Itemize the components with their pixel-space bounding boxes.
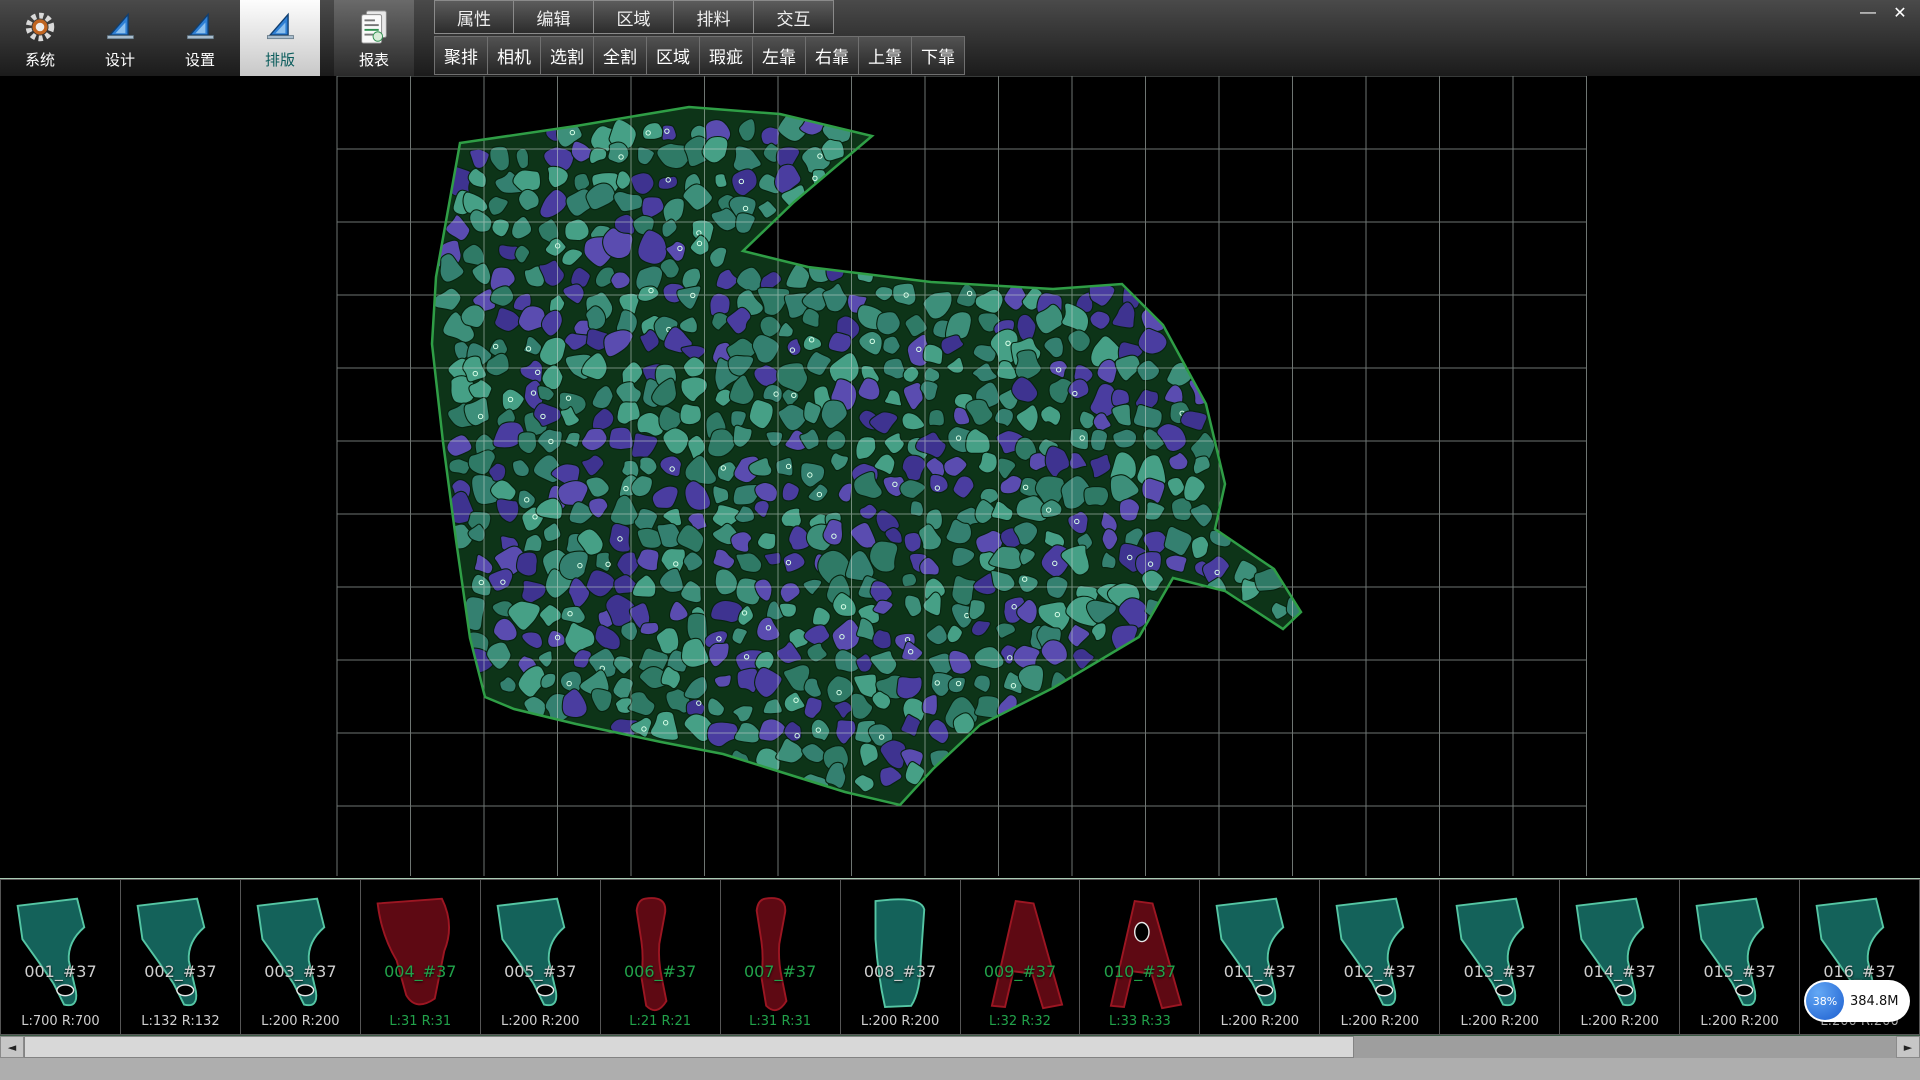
part-thumbnail[interactable]: 012_#37L:200 R:200 <box>1320 879 1440 1035</box>
part-shape <box>1200 880 1319 1034</box>
part-thumbnail[interactable]: 004_#37L:31 R:31 <box>361 879 481 1035</box>
tool-button-5[interactable]: 区域 <box>647 36 700 75</box>
minimize-button[interactable]: — <box>1852 0 1884 26</box>
set-square-icon <box>179 7 221 47</box>
scroll-right-arrow[interactable]: ► <box>1896 1036 1920 1058</box>
app-button-system[interactable]: 系统 <box>0 0 80 76</box>
parts-tray: 001_#37L:700 R:700002_#37L:132 R:132003_… <box>0 878 1920 1036</box>
progress-percent-badge: 38% <box>1806 982 1844 1020</box>
part-shape <box>241 880 360 1034</box>
menu-tab-2[interactable]: 编辑 <box>514 0 594 34</box>
part-shape <box>1 880 120 1034</box>
tool-button-1[interactable]: 聚排 <box>434 36 488 75</box>
part-thumbnail[interactable]: 013_#37L:200 R:200 <box>1440 879 1560 1035</box>
part-thumbnail[interactable]: 001_#37L:700 R:700 <box>0 879 121 1035</box>
part-thumbnail[interactable]: 011_#37L:200 R:200 <box>1200 879 1320 1035</box>
menu-tab-3[interactable]: 区域 <box>594 0 674 34</box>
part-shape <box>361 880 480 1034</box>
scrollbar-track[interactable] <box>24 1036 1896 1058</box>
nesting-drawing <box>0 76 1920 878</box>
scroll-left-arrow[interactable]: ◄ <box>0 1036 24 1058</box>
tool-button-8[interactable]: 右靠 <box>806 36 859 75</box>
window-bottom-frame <box>0 1058 1920 1080</box>
tool-button-6[interactable]: 瑕疵 <box>700 36 753 75</box>
part-shape <box>1440 880 1559 1034</box>
menu-tab-1[interactable]: 属性 <box>434 0 514 34</box>
app-button-label: 设置 <box>185 49 215 70</box>
memory-progress-indicator: 38% 384.8M <box>1804 980 1910 1022</box>
part-thumbnail[interactable]: 002_#37L:132 R:132 <box>121 879 241 1035</box>
menu-tab-row: 属性编辑区域排料交互 <box>434 0 965 34</box>
part-shape <box>1080 880 1199 1034</box>
app-button-nesting[interactable]: 排版 <box>240 0 320 76</box>
scrollbar-thumb[interactable] <box>24 1036 1354 1058</box>
part-thumbnail[interactable]: 010_#37L:33 R:33 <box>1080 879 1200 1035</box>
part-thumbnail[interactable]: 003_#37L:200 R:200 <box>241 879 361 1035</box>
horizontal-scrollbar[interactable]: ◄ ► <box>0 1036 1920 1058</box>
memory-usage-label: 384.8M <box>1850 994 1898 1009</box>
gear-icon <box>19 7 61 47</box>
part-thumbnail[interactable]: 015_#37L:200 R:200 <box>1680 879 1800 1035</box>
part-thumbnail[interactable]: 009_#37L:32 R:32 <box>961 879 1081 1035</box>
menu-tab-4[interactable]: 排料 <box>674 0 754 34</box>
part-shape <box>721 880 840 1034</box>
report-icon <box>353 7 395 47</box>
tool-button-7[interactable]: 左靠 <box>753 36 806 75</box>
set-square-icon <box>99 7 141 47</box>
app-button-design[interactable]: 设计 <box>80 0 160 76</box>
part-shape <box>121 880 240 1034</box>
app-button-label: 排版 <box>265 49 295 70</box>
menu-tab-5[interactable]: 交互 <box>754 0 834 34</box>
set-square-icon <box>259 7 301 47</box>
tool-button-9[interactable]: 上靠 <box>859 36 912 75</box>
part-thumbnail[interactable]: 005_#37L:200 R:200 <box>481 879 601 1035</box>
tool-button-row: 聚排相机选割全割区域瑕疵左靠右靠上靠下靠 <box>434 35 965 75</box>
app-button-label: 报表 <box>359 49 389 70</box>
tool-button-10[interactable]: 下靠 <box>912 36 965 75</box>
tool-button-2[interactable]: 相机 <box>488 36 541 75</box>
part-shape <box>1320 880 1439 1034</box>
menu-area: 属性编辑区域排料交互 聚排相机选割全割区域瑕疵左靠右靠上靠下靠 <box>434 0 965 76</box>
part-shape <box>841 880 960 1034</box>
app-button-label: 系统 <box>25 49 55 70</box>
tool-button-4[interactable]: 全割 <box>594 36 647 75</box>
part-thumbnail[interactable]: 006_#37L:21 R:21 <box>601 879 721 1035</box>
app-button-label: 设计 <box>105 49 135 70</box>
window-controls: — ✕ <box>1852 0 1916 26</box>
application-window: 系统设计设置排版报表 属性编辑区域排料交互 聚排相机选割全割区域瑕疵左靠右靠上靠… <box>0 0 1920 1080</box>
close-button[interactable]: ✕ <box>1884 0 1916 26</box>
part-shape <box>601 880 720 1034</box>
nesting-canvas[interactable] <box>0 76 1920 878</box>
part-thumbnail[interactable]: 008_#37L:200 R:200 <box>841 879 961 1035</box>
tool-button-3[interactable]: 选割 <box>541 36 594 75</box>
part-shape <box>481 880 600 1034</box>
ribbon: 系统设计设置排版报表 属性编辑区域排料交互 聚排相机选割全割区域瑕疵左靠右靠上靠… <box>0 0 1920 76</box>
part-thumbnail[interactable]: 007_#37L:31 R:31 <box>721 879 841 1035</box>
app-button-report[interactable]: 报表 <box>334 0 414 76</box>
part-thumbnail[interactable]: 014_#37L:200 R:200 <box>1560 879 1680 1035</box>
part-shape <box>1680 880 1799 1034</box>
part-shape <box>1560 880 1679 1034</box>
part-shape <box>961 880 1080 1034</box>
app-button-bar: 系统 设计 设置 排版 报表 <box>0 0 414 76</box>
app-button-setup[interactable]: 设置 <box>160 0 240 76</box>
